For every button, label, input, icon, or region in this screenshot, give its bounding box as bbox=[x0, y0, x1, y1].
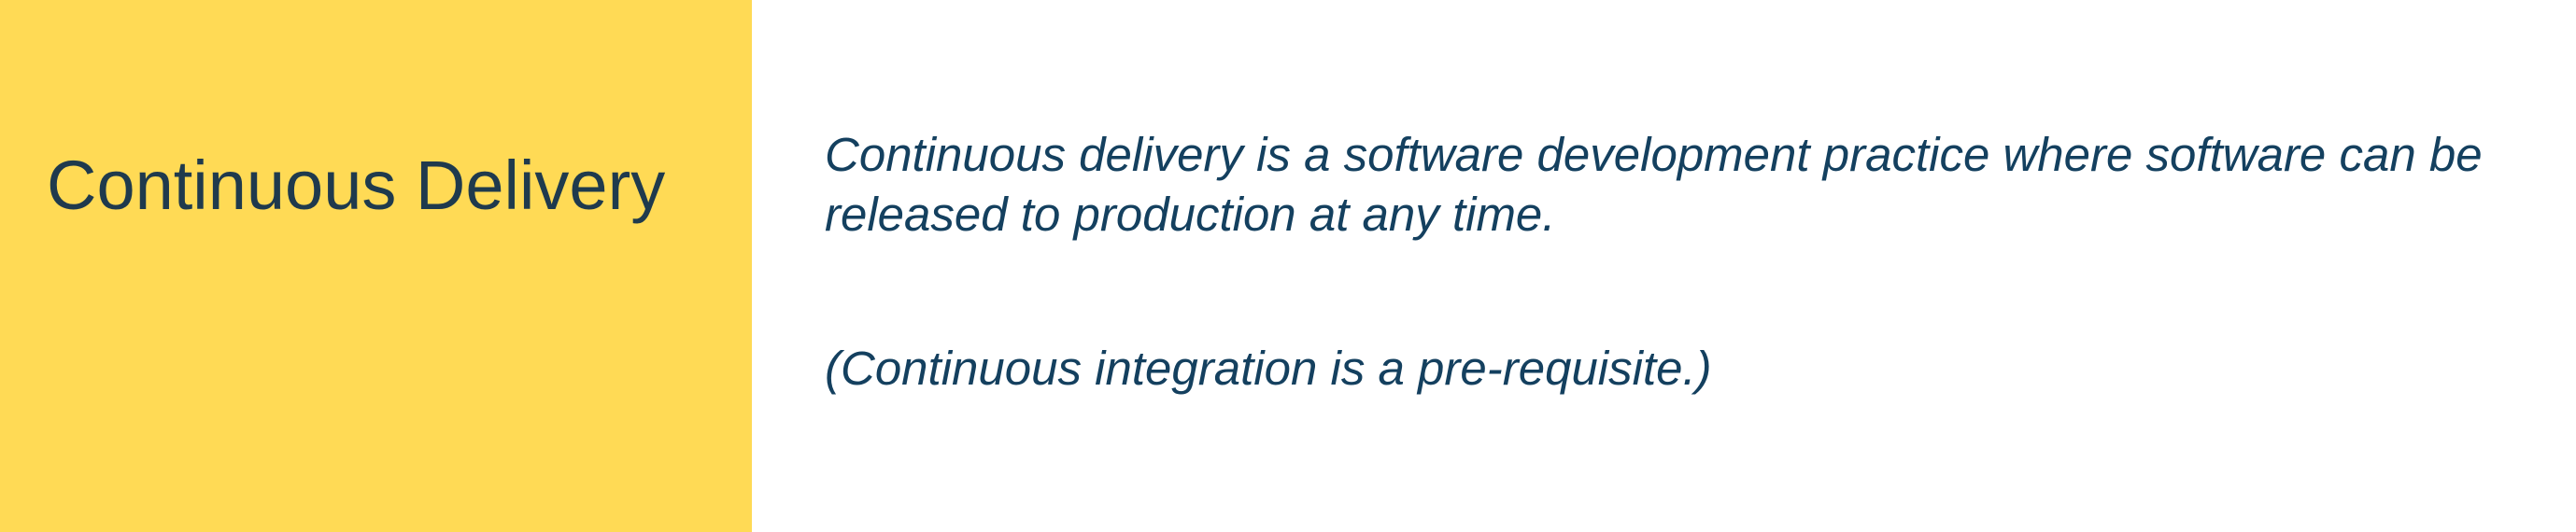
title-panel: Continuous Delivery bbox=[0, 0, 752, 532]
slide: Continuous Delivery Continuous delivery … bbox=[0, 0, 2576, 532]
definition-paragraph: Continuous delivery is a software develo… bbox=[825, 128, 2483, 241]
prerequisite-note: (Continuous integration is a pre-requisi… bbox=[825, 342, 1712, 395]
slide-title: Continuous Delivery bbox=[47, 147, 666, 224]
content-panel: Continuous delivery is a software develo… bbox=[752, 0, 2576, 532]
